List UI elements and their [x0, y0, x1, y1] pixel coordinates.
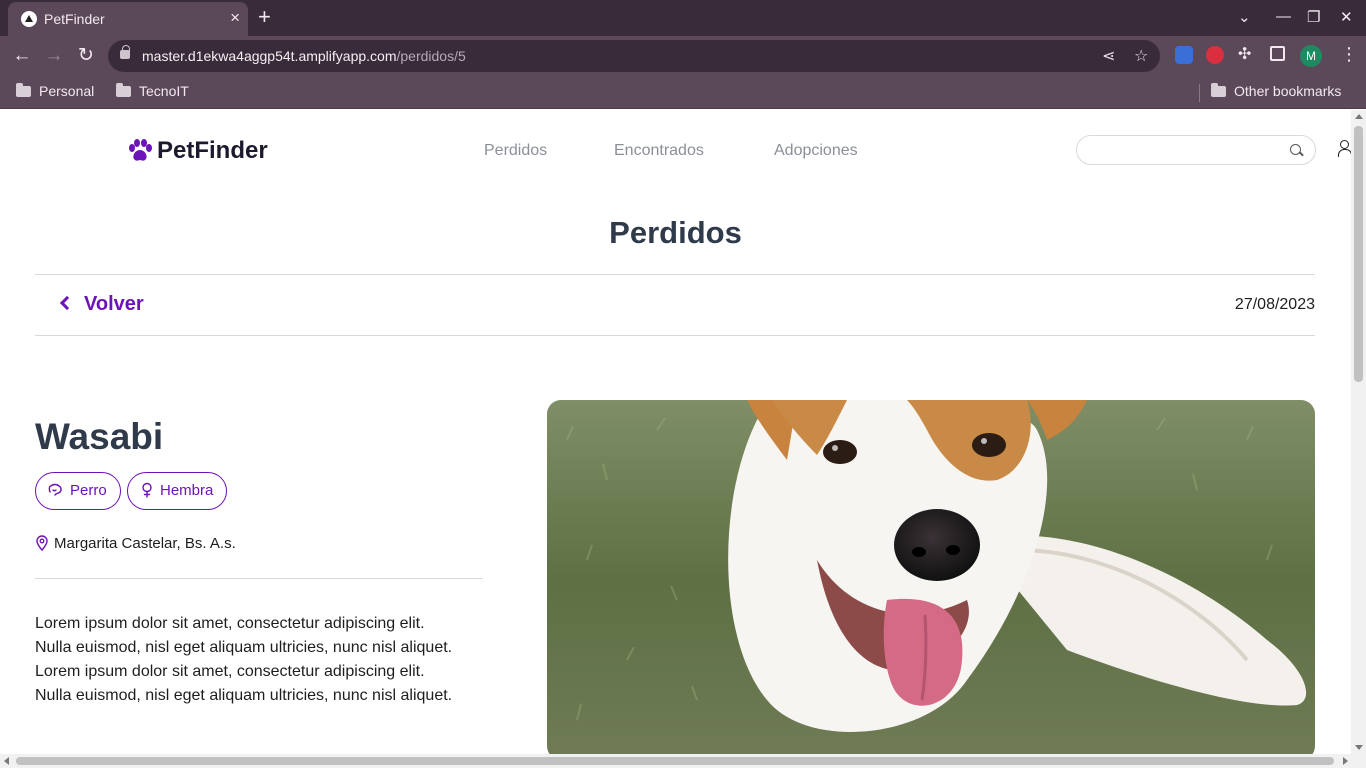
female-icon	[142, 482, 152, 498]
post-date: 27/08/2023	[1234, 296, 1315, 313]
extension-translate-icon[interactable]	[1175, 46, 1193, 64]
chevron-left-icon	[59, 295, 75, 311]
bookmarks-bar: Personal TecnoIT Other bookmarks	[0, 76, 1366, 109]
minimize-window-icon[interactable]: —	[1276, 8, 1291, 25]
pet-photo	[547, 400, 1315, 754]
search-icon[interactable]	[1290, 144, 1301, 155]
location-label: Margarita Castelar, Bs. A.s.	[54, 535, 236, 552]
dog-icon	[48, 483, 62, 496]
search-box[interactable]	[1076, 135, 1316, 165]
url-text: master.d1ekwa4aggp54t.amplifyapp.com/per…	[142, 48, 466, 64]
bookmark-label: Personal	[39, 83, 95, 99]
reload-icon[interactable]: ↻	[74, 44, 98, 68]
close-tab-icon[interactable]: ×	[230, 8, 240, 28]
description-line: Lorem ipsum dolor sit amet, consectetur …	[35, 663, 425, 680]
paw-icon	[127, 139, 153, 170]
horizontal-scroll-thumb[interactable]	[16, 757, 1334, 765]
site-logo[interactable]: PetFinder	[127, 137, 268, 170]
nav-adopciones[interactable]: Adopciones	[774, 142, 858, 160]
browser-toolbar: ← → ↻ master.d1ekwa4aggp54t.amplifyapp.c…	[0, 36, 1366, 76]
browser-menu-icon[interactable]: ⋮	[1340, 44, 1358, 65]
user-icon[interactable]	[1338, 140, 1351, 157]
share-icon[interactable]: ⋖	[1102, 46, 1115, 66]
scroll-right-icon[interactable]	[1343, 757, 1348, 765]
pet-name: Wasabi	[35, 416, 164, 457]
url-host: master.d1ekwa4aggp54t.amplifyapp.com	[142, 48, 397, 64]
close-window-icon[interactable]: ✕	[1340, 8, 1353, 26]
back-label: Volver	[84, 293, 144, 315]
browser-tab-strip: PetFinder × + ⌄ — ❐ ✕	[0, 0, 1366, 36]
page-content: PetFinder Perdidos Encontrados Adopcione…	[0, 110, 1351, 754]
bookmark-folder-personal[interactable]: Personal	[16, 83, 94, 99]
bookmark-label: Other bookmarks	[1234, 83, 1342, 99]
scroll-up-icon[interactable]	[1355, 114, 1363, 119]
bookmarks-divider	[1199, 84, 1200, 102]
url-path: /perdidos/5	[396, 48, 466, 64]
site-favicon-icon	[21, 11, 37, 27]
bookmark-star-icon[interactable]: ☆	[1134, 46, 1148, 66]
divider-bottom	[35, 335, 1315, 336]
extension-pin-icon[interactable]	[1206, 46, 1224, 64]
vertical-scroll-thumb[interactable]	[1354, 126, 1363, 382]
other-bookmarks[interactable]: Other bookmarks	[1211, 83, 1341, 99]
tab-search-chevron-icon[interactable]: ⌄	[1238, 8, 1251, 26]
back-arrow-icon[interactable]: ←	[10, 44, 34, 68]
bookmark-folder-tecnoit[interactable]: TecnoIT	[116, 83, 189, 99]
folder-icon	[1211, 83, 1226, 97]
address-bar[interactable]: master.d1ekwa4aggp54t.amplifyapp.com/per…	[108, 40, 1160, 72]
species-label: Perro	[70, 482, 107, 499]
side-panel-icon[interactable]	[1270, 46, 1285, 61]
pet-description: Lorem ipsum dolor sit amet, consectetur …	[35, 612, 495, 708]
sex-chip: Hembra	[127, 472, 228, 510]
tab-title: PetFinder	[44, 11, 105, 27]
page-title: Perdidos	[609, 215, 742, 250]
restore-window-icon[interactable]: ❐	[1307, 8, 1320, 26]
divider-info	[35, 578, 483, 579]
description-line: Nulla euismod, nisl eget aliquam ultrici…	[35, 639, 453, 656]
back-button[interactable]: Volver	[58, 293, 144, 316]
folder-icon	[16, 83, 31, 97]
species-chip: Perro	[35, 472, 121, 510]
dog-photo-illustration	[547, 400, 1315, 754]
sex-label: Hembra	[160, 482, 214, 499]
nav-encontrados[interactable]: Encontrados	[614, 142, 704, 160]
location-pin-icon	[36, 535, 48, 552]
forward-arrow-icon[interactable]: →	[42, 44, 66, 68]
bookmark-label: TecnoIT	[139, 83, 189, 99]
nav-perdidos[interactable]: Perdidos	[484, 142, 547, 160]
scroll-down-icon[interactable]	[1355, 745, 1363, 750]
folder-icon	[116, 83, 131, 97]
horizontal-scrollbar[interactable]	[0, 754, 1366, 768]
divider-top	[35, 274, 1315, 275]
description-line: Nulla euismod, nisl eget aliquam ultrici…	[35, 687, 453, 704]
lock-icon	[120, 45, 130, 59]
description-line: Lorem ipsum dolor sit amet, consectetur …	[35, 615, 425, 632]
new-tab-icon[interactable]: +	[258, 6, 271, 28]
profile-avatar[interactable]: M	[1300, 45, 1322, 67]
logo-text: PetFinder	[157, 137, 268, 164]
extensions-puzzle-icon[interactable]: ✣	[1238, 46, 1256, 64]
pet-location: Margarita Castelar, Bs. A.s.	[35, 535, 236, 552]
browser-tab[interactable]: PetFinder ×	[8, 2, 248, 36]
scroll-left-icon[interactable]	[4, 757, 9, 765]
vertical-scrollbar[interactable]	[1351, 110, 1366, 754]
